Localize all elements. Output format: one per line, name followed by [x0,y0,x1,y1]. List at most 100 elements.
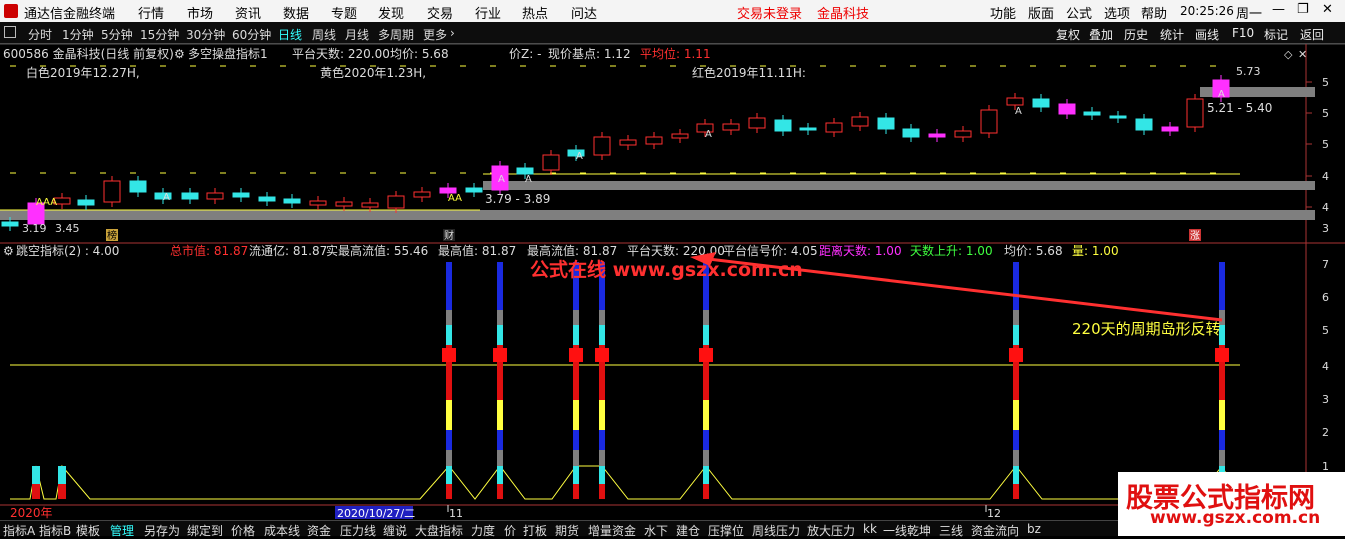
tag-cai[interactable]: 财 [444,229,454,242]
indicator-tab[interactable]: 指标B [39,522,71,539]
indicator-tab[interactable]: 价格 [231,522,255,539]
indicator-tab[interactable]: 期货 [555,522,579,539]
candle[interactable] [1135,118,1153,131]
indicator-tab[interactable]: 打板 [523,522,547,539]
spike-segment [446,484,452,499]
indicator-tab[interactable]: 水下 [644,522,668,539]
indicator-tab[interactable]: 建仓 [676,522,700,539]
candlestick-series[interactable] [1,75,1230,231]
spike-segment [703,400,709,430]
candle[interactable] [851,116,869,127]
indicator-tab[interactable]: kk [863,522,877,536]
candle[interactable] [1006,97,1024,106]
indicator-tab[interactable]: 大盘指标 [415,522,463,539]
candle[interactable] [309,200,327,206]
candle[interactable] [1186,98,1204,128]
sub-indicator-name[interactable]: 跳空指标(2) : 4.00 [16,243,119,258]
candle[interactable] [1058,103,1076,115]
gap-indicator-series[interactable] [10,262,1241,500]
candle[interactable] [774,119,792,132]
candle[interactable] [283,198,301,204]
candle[interactable] [645,136,663,145]
spike-segment [599,466,605,484]
candle[interactable] [232,192,250,198]
highest-float: 最高流值: 81.87 [527,243,617,258]
candle[interactable] [129,180,147,193]
candle[interactable] [1083,111,1101,116]
candle[interactable] [77,199,95,206]
candle[interactable] [928,133,946,138]
highest: 最高值: 81.87 [438,243,516,258]
candle[interactable] [361,202,379,208]
candle[interactable] [825,122,843,133]
indicator-tab[interactable]: 增量资金 [588,522,636,539]
sub-tick: 7 [1322,258,1329,271]
indicator-tab[interactable]: 压撑位 [708,522,744,539]
candle[interactable] [1161,126,1179,132]
candle[interactable] [413,191,431,198]
spike-segment [1013,310,1019,325]
candle[interactable] [335,201,353,207]
indicator-tab[interactable]: 资金流向 [971,522,1019,539]
candle[interactable] [103,180,121,203]
candle[interactable] [877,117,895,130]
marker-a: A [163,192,170,203]
indicator-tab[interactable]: 价 [504,522,516,539]
indicator-tab[interactable]: 周线压力 [752,522,800,539]
indicator-tab[interactable]: 资金 [307,522,331,539]
indicator-tab[interactable]: bz [1027,522,1041,536]
candle[interactable] [181,192,199,200]
candle[interactable] [542,154,560,171]
candle[interactable] [1109,115,1127,119]
indicator-tab[interactable]: 缠说 [383,522,407,539]
spike-marker [1009,348,1023,362]
chart-canvas[interactable]: 600586 金晶科技(日线 前复权) ⚙ 多空操盘指标1 平台天数: 220.… [0,0,1345,520]
main-indicator-name[interactable]: 多空操盘指标1 [188,46,268,61]
price-z: 价Z: - [509,47,541,61]
indicator-tab[interactable]: 三线 [939,522,963,539]
diamond-icon[interactable]: ◇ [1284,48,1293,61]
indicator-tab[interactable]: 指标A [3,522,35,539]
start-low-label-2: 3.45 [55,222,80,235]
candle[interactable] [619,139,637,146]
indicator-tab[interactable]: 成本线 [264,522,300,539]
indicator-tab[interactable]: 另存为 [144,522,180,539]
candle[interactable] [748,117,766,129]
candle[interactable] [387,195,405,209]
band-high-label: 5.21 - 5.40 [1207,101,1272,115]
tag-bang[interactable]: 榜 [107,229,117,242]
candle[interactable] [1,221,19,227]
candle[interactable] [671,133,689,139]
month-label: 12 [987,507,1001,520]
marker-a: A [705,129,712,140]
spike-segment [1219,400,1225,430]
start-low-label: 3.19 [22,222,47,235]
candle[interactable] [722,123,740,131]
tag-zhang[interactable]: 涨 [1190,230,1200,242]
indicator-tab[interactable]: 绑定到 [187,522,223,539]
indicator-tab-active[interactable]: 管理 [110,522,134,539]
candle[interactable] [465,187,483,193]
gear-icon[interactable]: ⚙ [3,244,14,258]
base-point: 现价基点: 1.12 [548,47,631,61]
source-watermark: 公式在线 www.gszx.com.cn [530,258,803,281]
candle[interactable] [1032,98,1050,108]
year-label: 2020年 [10,506,53,520]
candle[interactable] [954,130,972,138]
candle[interactable] [206,192,224,200]
candle[interactable] [902,128,920,138]
candle[interactable] [799,127,817,131]
candle[interactable] [593,136,611,156]
indicator-tab[interactable]: 一线乾坤 [883,522,931,539]
close-panel-icon[interactable]: ✕ [1298,48,1307,61]
marker-aa: AA [448,193,462,204]
indicator-tab[interactable]: 压力线 [340,522,376,539]
gear-icon[interactable]: ⚙ [174,47,185,61]
indicator-tab[interactable]: 模板 [76,522,100,539]
indicator-tab[interactable]: 力度 [471,522,495,539]
sub-tick: 3 [1322,393,1329,406]
indicator-tab[interactable]: 放大压力 [807,522,855,539]
candle[interactable] [980,109,998,134]
spike-segment [1219,450,1225,466]
candle[interactable] [258,196,276,202]
